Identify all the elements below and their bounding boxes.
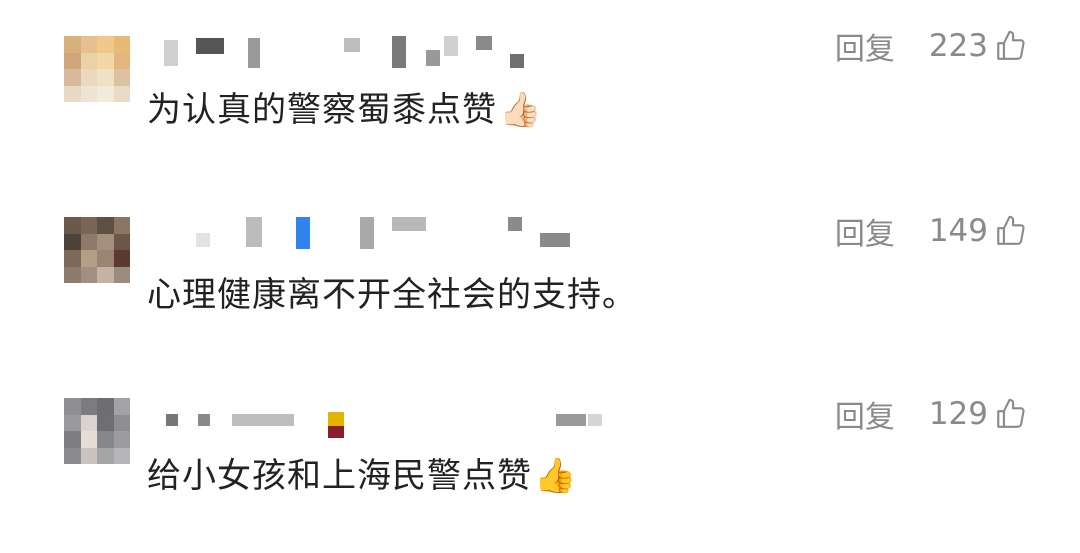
thumbs-up-icon[interactable] (994, 214, 1028, 248)
avatar-pixel (80, 36, 97, 53)
avatar-pixel (113, 398, 130, 415)
avatar-pixel (80, 233, 97, 250)
comment-item: 心理健康离不开全社会的支持。 回复 149 (0, 183, 1080, 363)
comment-actions: 回复 149 (835, 209, 1028, 253)
avatar-pixel (80, 85, 97, 102)
avatar-pixel (97, 217, 114, 234)
avatar-pixel (113, 414, 130, 431)
avatar-pixel (113, 250, 130, 267)
like-count: 129 (928, 396, 988, 432)
avatar-pixel (97, 398, 114, 415)
avatar-pixel (113, 52, 130, 69)
comment-body: 为认真的警察蜀黍点赞 (147, 90, 497, 130)
comment-text: 给小女孩和上海民警点赞👍 (147, 456, 577, 496)
avatar-pixel (97, 266, 114, 283)
avatar-pixel (80, 266, 97, 283)
avatar-pixel (64, 217, 81, 234)
like-count: 149 (928, 213, 988, 249)
comment-actions: 回复 129 (835, 392, 1028, 436)
avatar-pixel (64, 233, 81, 250)
avatar-pixel (64, 447, 81, 464)
username-blurred[interactable] (160, 215, 640, 249)
avatar-pixel (80, 447, 97, 464)
avatar-pixel (97, 36, 114, 53)
avatar-pixel (64, 85, 81, 102)
avatar-pixel (64, 69, 81, 86)
avatar-pixel (64, 266, 81, 283)
username-blurred[interactable] (160, 410, 640, 444)
avatar-pixel (113, 447, 130, 464)
like-count: 223 (928, 28, 988, 64)
avatar-pixel (64, 414, 81, 431)
avatar-pixel (113, 217, 130, 234)
avatar-pixel (97, 52, 114, 69)
avatar-pixel (64, 250, 81, 267)
avatar-pixel (97, 414, 114, 431)
avatar[interactable] (64, 217, 130, 283)
avatar-pixel (113, 431, 130, 448)
reply-button[interactable]: 回复 (835, 209, 895, 253)
thumbs-up-emoji: 👍🏻 (499, 90, 543, 130)
avatar-pixel (64, 52, 81, 69)
avatar-pixel (97, 69, 114, 86)
avatar-pixel (113, 69, 130, 86)
avatar-pixel (64, 398, 81, 415)
comment-text: 心理健康离不开全社会的支持。 (147, 275, 637, 315)
avatar-pixel (80, 217, 97, 234)
avatar-pixel (80, 398, 97, 415)
avatar-pixel (113, 36, 130, 53)
reply-button[interactable]: 回复 (835, 24, 895, 68)
thumbs-up-emoji: 👍 (534, 456, 578, 496)
comment-item: 为认真的警察蜀黍点赞👍🏻 回复 223 (0, 0, 1080, 180)
avatar-pixel (80, 250, 97, 267)
avatar-pixel (97, 431, 114, 448)
username-blurred[interactable] (160, 36, 640, 70)
comment-text: 为认真的警察蜀黍点赞👍🏻 (147, 90, 542, 130)
reply-button[interactable]: 回复 (835, 392, 895, 436)
avatar-pixel (80, 431, 97, 448)
comment-item: 给小女孩和上海民警点赞👍 回复 129 (0, 366, 1080, 546)
avatar-pixel (113, 85, 130, 102)
avatar-pixel (97, 85, 114, 102)
avatar-pixel (97, 250, 114, 267)
avatar-pixel (97, 233, 114, 250)
avatar-pixel (80, 69, 97, 86)
comment-body: 给小女孩和上海民警点赞 (147, 456, 532, 496)
comment-actions: 回复 223 (835, 24, 1028, 68)
avatar[interactable] (64, 36, 130, 102)
comment-body: 心理健康离不开全社会的支持。 (147, 275, 637, 315)
avatar-pixel (97, 447, 114, 464)
avatar-pixel (80, 52, 97, 69)
avatar-pixel (113, 266, 130, 283)
avatar[interactable] (64, 398, 130, 464)
avatar-pixel (113, 233, 130, 250)
thumbs-up-icon[interactable] (994, 397, 1028, 431)
avatar-pixel (64, 36, 81, 53)
avatar-pixel (64, 431, 81, 448)
thumbs-up-icon[interactable] (994, 29, 1028, 63)
avatar-pixel (80, 414, 97, 431)
